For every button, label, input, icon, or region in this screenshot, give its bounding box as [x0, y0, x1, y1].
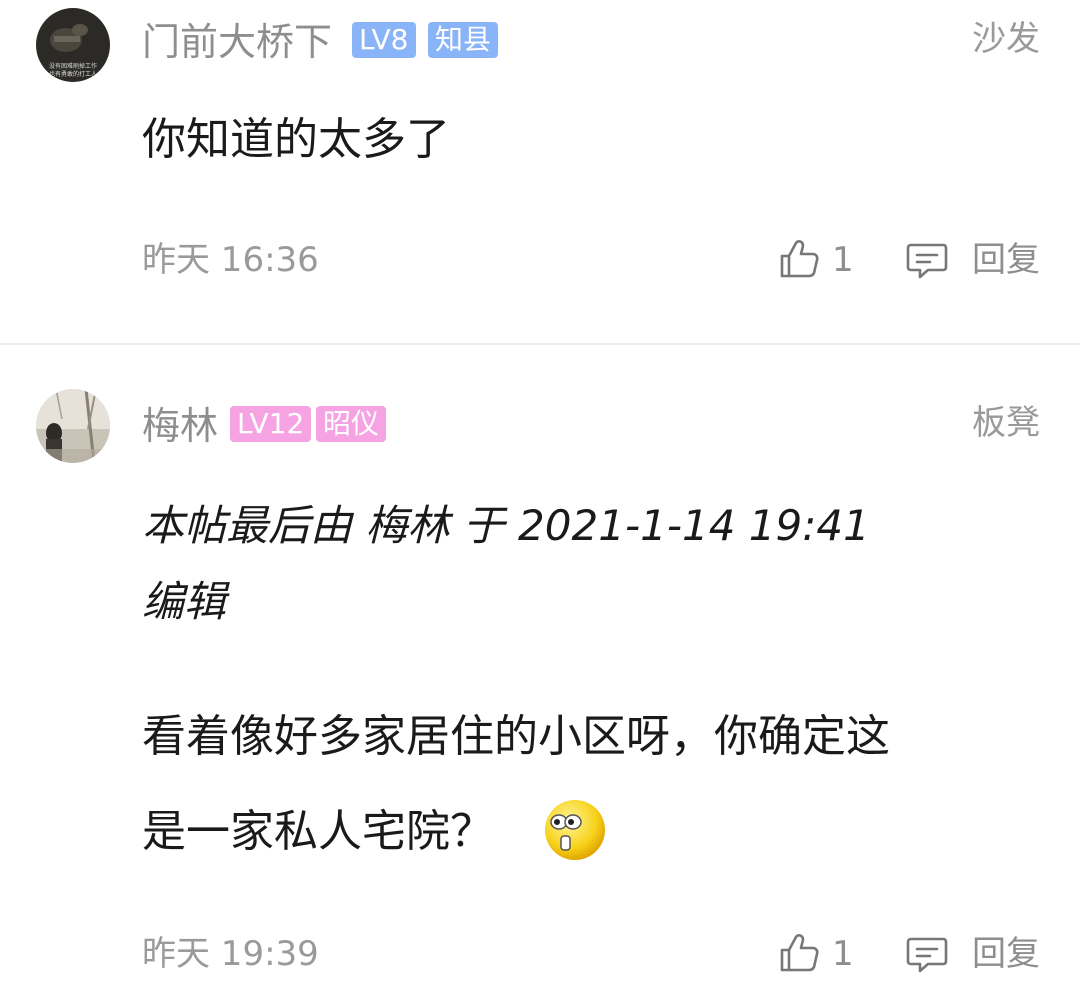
username[interactable]: 门前大桥下 — [142, 23, 332, 61]
comment-post: 没有困难刷掉工作 也有勇敢的打工人 门前大桥下 LV8 知县 沙发 你知道的太多… — [0, 0, 1080, 343]
reply-button[interactable]: 回复 — [972, 243, 1040, 277]
surprised-face-emoji — [545, 800, 605, 860]
avatar-caption: 也有勇敢的打工人 — [49, 70, 97, 78]
timestamp: 昨天 19:39 — [142, 934, 319, 974]
thumbs-up-icon[interactable] — [778, 238, 820, 280]
rank-badge: 知县 — [428, 22, 499, 58]
floor-label: 沙发 — [972, 19, 1040, 59]
comment-post: 梅林 LV12 昭仪 板凳 本帖最后由 梅林 于 2021-1-14 19:41… — [0, 345, 1080, 993]
avatar[interactable]: 没有困难刷掉工作 也有勇敢的打工人 — [36, 8, 110, 82]
avatar[interactable] — [36, 389, 110, 463]
comment-text: 你知道的太多了 — [142, 114, 450, 165]
comment-text: 是一家私人宅院？ — [142, 806, 494, 857]
timestamp: 昨天 16:36 — [142, 240, 319, 280]
comment-text: 看着像好多家居住的小区呀，你确定这 — [142, 711, 890, 762]
comment-bubble-icon[interactable] — [906, 933, 948, 975]
floor-label: 板凳 — [972, 403, 1040, 443]
like-count: 1 — [832, 934, 854, 974]
like-count: 1 — [832, 240, 854, 280]
avatar-caption: 没有困难刷掉工作 — [49, 62, 97, 70]
reply-button[interactable]: 回复 — [972, 937, 1040, 971]
level-badge: LV8 — [352, 22, 416, 58]
edit-notice: 本帖最后由 梅林 于 2021-1-14 19:41 — [142, 501, 870, 550]
edit-notice: 编辑 — [142, 577, 227, 626]
level-badge: LV12 — [230, 406, 312, 442]
comment-bubble-icon[interactable] — [906, 239, 948, 281]
rank-badge: 昭仪 — [316, 406, 387, 442]
username[interactable]: 梅林 — [142, 407, 218, 445]
thumbs-up-icon[interactable] — [778, 932, 820, 974]
